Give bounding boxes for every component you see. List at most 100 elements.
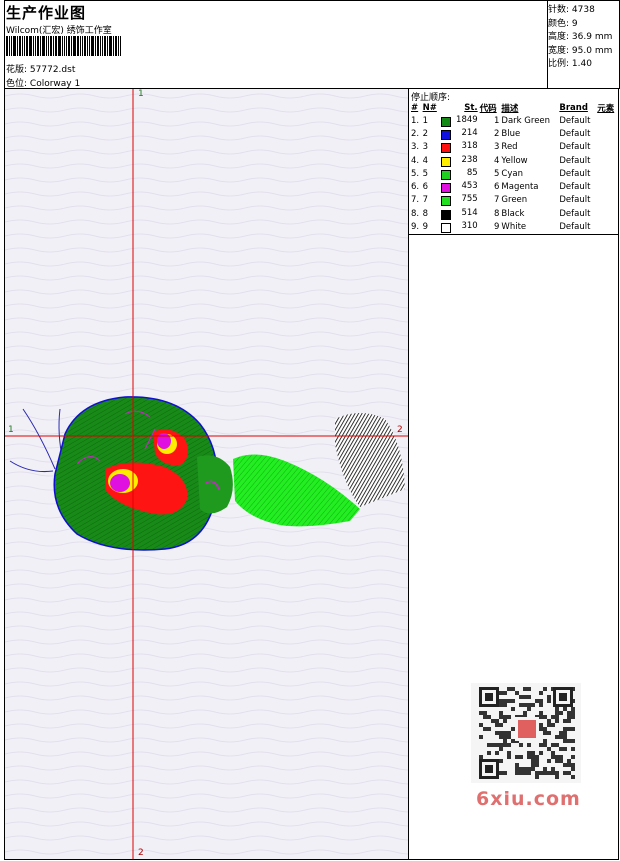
table-row: 1. 1 1849 1 Dark Green Default — [410, 114, 618, 127]
axis-label-left: 1 — [8, 425, 14, 435]
row-description: Cyan — [501, 168, 523, 179]
row-element — [596, 167, 618, 180]
row-needle: 7 — [422, 195, 428, 206]
design-stats: 针数: 4738 颜色: 9 高度: 36.9 mm 宽度: 95.0 mm 比… — [548, 4, 620, 72]
row-index: 9. — [411, 222, 420, 233]
column-header: 描述 — [501, 103, 519, 114]
row-stitches: 453 — [440, 180, 479, 194]
color-swatch — [441, 223, 452, 234]
row-brand: Default — [559, 168, 591, 179]
row-stitches: 755 — [440, 194, 479, 207]
stop-sequence-table: # N# St. 代码 描述 Brand 元素 1. 1 1849 1 Dark Green Defa… — [410, 101, 618, 234]
row-stitches: 310 — [440, 220, 479, 234]
column-header: # — [411, 102, 419, 113]
row-element — [596, 207, 618, 220]
row-needle: 9 — [422, 222, 428, 233]
magenta-eye-small — [157, 433, 171, 449]
design-canvas: 1 2 1 2 — [4, 88, 409, 860]
row-brand: Default — [559, 195, 591, 206]
column-header: N# — [422, 102, 437, 113]
row-needle: 2 — [422, 128, 428, 139]
color-swatch — [441, 156, 452, 167]
row-code: 3 — [494, 142, 500, 153]
row-element — [596, 180, 618, 193]
color-swatch — [441, 209, 452, 220]
table-row: 9. 9 310 9 White Default — [410, 220, 618, 234]
row-brand: Default — [559, 208, 591, 219]
row-needle: 4 — [422, 155, 428, 166]
table-row: 5. 5 85 5 Cyan Default — [410, 167, 618, 180]
design-file-row: 花版: 57772.dst — [6, 62, 75, 75]
row-stitches: 514 — [440, 207, 479, 220]
row-description: Magenta — [501, 182, 539, 193]
design-file: 57772.dst — [29, 65, 76, 75]
stat-width: 宽度: 95.0 mm — [548, 45, 613, 56]
row-description: Yellow — [501, 155, 528, 166]
row-code: 2 — [494, 128, 500, 139]
row-index: 7. — [411, 195, 420, 206]
table-row: 3. 3 318 3 Red Default — [410, 141, 618, 154]
row-element — [596, 194, 618, 207]
embroidery-preview — [5, 89, 408, 859]
table-row: 4. 4 238 4 Yellow Default — [410, 154, 618, 167]
axis-label-right: 2 — [397, 425, 403, 435]
stat-scale: 比例: 1.40 — [548, 59, 592, 69]
row-brand: Default — [559, 182, 591, 193]
row-brand: Default — [559, 128, 591, 139]
color-swatch — [441, 196, 452, 207]
row-index: 8. — [411, 208, 420, 219]
row-needle: 3 — [422, 142, 428, 153]
row-index: 5. — [411, 168, 420, 179]
stat-height: 高度: 36.9 mm — [548, 32, 613, 42]
row-description: Blue — [501, 128, 521, 139]
row-element — [596, 220, 618, 233]
row-code: 6 — [494, 182, 500, 193]
column-header: St. — [464, 102, 478, 113]
row-element — [596, 127, 618, 140]
table-row: 2. 2 214 2 Blue Default — [410, 127, 618, 140]
row-needle: 1 — [422, 115, 428, 126]
row-stitches: 238 — [440, 154, 479, 167]
row-brand: Default — [559, 155, 591, 166]
row-code: 1 — [494, 115, 500, 126]
watermark-text: 6xiu.com — [476, 788, 581, 810]
row-index: 6. — [411, 182, 420, 193]
design-label: 花版: — [6, 65, 28, 75]
row-element — [596, 154, 618, 167]
stat-colors: 颜色: 9 — [548, 18, 578, 29]
row-description: White — [501, 222, 527, 233]
row-description: Black — [501, 208, 525, 219]
table-row: 8. 8 514 8 Black Default — [410, 207, 618, 220]
row-code: 5 — [494, 168, 500, 179]
row-element — [596, 114, 618, 127]
column-header: 元素 — [597, 103, 615, 114]
table-header-row: # N# St. 代码 描述 Brand 元素 — [410, 101, 618, 114]
axis-label-bottom: 2 — [138, 848, 144, 858]
row-needle: 8 — [422, 208, 428, 219]
row-description: Red — [501, 142, 518, 153]
table-row: 7. 7 755 7 Green Default — [410, 194, 618, 207]
stat-stitches: 针数: 4738 — [548, 5, 595, 15]
row-index: 3. — [411, 142, 420, 153]
column-header: 代码 — [479, 103, 497, 114]
row-index: 4. — [411, 155, 420, 166]
column-header: Brand — [559, 102, 588, 113]
row-code: 4 — [494, 155, 500, 166]
color-swatch — [441, 116, 452, 127]
qr-code-watermark — [471, 683, 581, 783]
magenta-eye — [110, 474, 130, 492]
table-row: 6. 6 453 6 Magenta Default — [410, 180, 618, 194]
row-code: 9 — [494, 222, 500, 233]
row-index: 2. — [411, 128, 420, 139]
color-swatch — [441, 169, 452, 180]
color-swatch — [441, 183, 452, 194]
row-stitches: 85 — [440, 167, 479, 180]
row-brand: Default — [559, 115, 591, 126]
company-name: Wilcom(汇宏) 绣饰工作室 — [6, 26, 112, 36]
row-stitches: 318 — [440, 141, 479, 154]
row-element — [596, 141, 618, 154]
color-swatch — [441, 129, 452, 140]
barcode — [6, 36, 124, 56]
row-brand: Default — [559, 142, 591, 153]
row-code: 8 — [494, 208, 500, 219]
